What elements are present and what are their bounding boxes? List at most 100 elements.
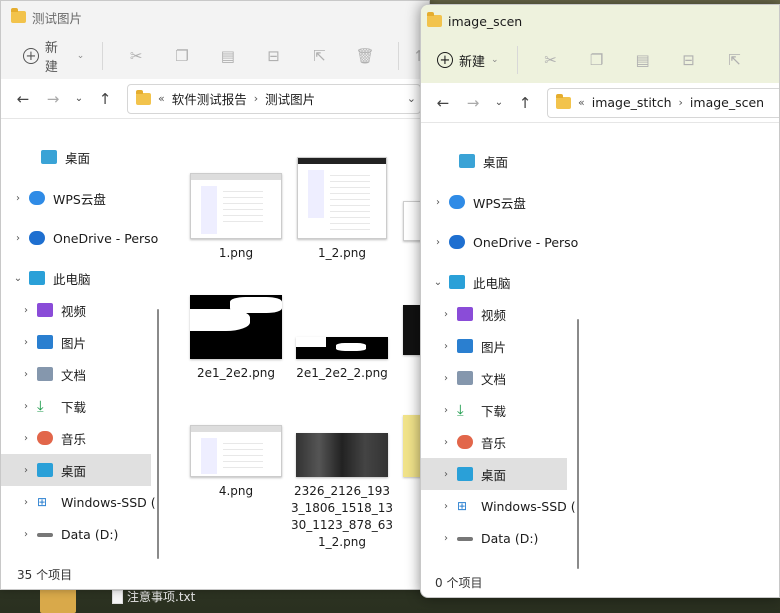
sidebar-item-desktop-pinned[interactable]: 桌面: [1, 141, 159, 173]
chevron-right-icon[interactable]: ›: [427, 237, 449, 248]
chevron-right-icon[interactable]: ›: [15, 465, 37, 476]
sidebar-item-downloads[interactable]: › ⤓ 下载: [421, 394, 581, 426]
desktop-file-item[interactable]: 注意事项.txt: [112, 588, 195, 605]
sidebar-item-label: 文档: [481, 371, 507, 387]
sidebar-item-videos[interactable]: › 视频: [421, 298, 581, 330]
chevron-right-icon[interactable]: ›: [435, 437, 457, 448]
chevron-right-icon[interactable]: ›: [15, 401, 37, 412]
paste-button[interactable]: ▤: [620, 44, 666, 76]
back-button[interactable]: ←: [429, 89, 457, 117]
breadcrumb-item[interactable]: image_scen: [690, 95, 764, 110]
chevron-right-icon[interactable]: ›: [254, 92, 258, 105]
explorer-window-test-images[interactable]: 测试图片 + 新建 ⌄ ✂ ❐ ▤ ⊟ ⇱ 🗑 ↑ ← → ⌄ ↑ « 软件测试…: [0, 0, 430, 590]
copy-button[interactable]: ❐: [574, 44, 620, 76]
chevron-down-icon[interactable]: ⌄: [427, 277, 449, 288]
chevron-right-icon[interactable]: ›: [679, 96, 683, 109]
recent-locations-button[interactable]: ⌄: [69, 85, 89, 113]
chevron-right-icon[interactable]: ›: [7, 193, 29, 204]
file-item[interactable]: 2326_2126_1933_1806_1518_1330_1123_878_6…: [287, 423, 397, 551]
rename-button[interactable]: ⊟: [251, 40, 297, 72]
navigation-scrollbar[interactable]: [577, 319, 579, 569]
breadcrumb-item[interactable]: 软件测试报告: [172, 89, 247, 108]
title-bar[interactable]: image_scen: [421, 5, 779, 37]
chevron-right-icon[interactable]: ›: [435, 501, 457, 512]
chevron-right-icon[interactable]: ›: [435, 341, 457, 352]
back-button[interactable]: ←: [9, 85, 37, 113]
chevron-right-icon[interactable]: ›: [15, 497, 37, 508]
chevron-right-icon[interactable]: ›: [435, 405, 457, 416]
file-item[interactable]: 2e1_2e2.png: [181, 295, 291, 382]
up-button[interactable]: ↑: [91, 85, 119, 113]
chevron-right-icon[interactable]: ›: [7, 233, 29, 244]
chevron-down-icon[interactable]: ⌄: [7, 273, 29, 284]
file-item[interactable]: 2e1_2e2_2.png: [287, 295, 397, 382]
sidebar-item-documents[interactable]: › 文档: [1, 358, 159, 390]
sidebar-item-pictures[interactable]: › 图片: [421, 330, 581, 362]
rename-icon: ⊟: [682, 51, 695, 69]
up-button[interactable]: ↑: [511, 89, 539, 117]
share-button[interactable]: ⇱: [296, 40, 342, 72]
rename-button[interactable]: ⊟: [666, 44, 712, 76]
chevron-right-icon[interactable]: ›: [15, 433, 37, 444]
explorer-window-image-scen[interactable]: image_scen + 新建 ⌄ ✂ ❐ ▤ ⊟ ⇱ ← → ⌄ ↑ « im…: [420, 4, 780, 598]
breadcrumb-item[interactable]: image_stitch: [592, 95, 672, 110]
sidebar-item-windows-ssd[interactable]: › ⊞ Windows-SSD (: [1, 486, 159, 518]
sidebar-item-onedrive[interactable]: › OneDrive - Perso: [1, 222, 159, 254]
download-icon: ⤓: [37, 397, 44, 415]
sidebar-item-label: 音乐: [61, 431, 87, 447]
chevron-right-icon[interactable]: ›: [15, 369, 37, 380]
file-name: 2326_2126_1933_1806_1518_1330_1123_878_6…: [291, 484, 393, 549]
address-bar[interactable]: « 软件测试报告 › 测试图片 ⌄: [127, 83, 421, 114]
desktop-folder-icon[interactable]: [40, 588, 76, 613]
breadcrumb-item[interactable]: 测试图片: [265, 89, 315, 108]
title-bar[interactable]: 测试图片: [1, 1, 429, 33]
sidebar-item-data-d[interactable]: › Data (D:): [1, 518, 159, 550]
new-button[interactable]: + 新建 ⌄: [429, 45, 507, 76]
sidebar-item-wps-cloud[interactable]: › WPS云盘: [421, 186, 581, 218]
sidebar-item-this-pc[interactable]: ⌄ 此电脑: [1, 262, 159, 294]
address-bar[interactable]: « image_stitch › image_scen: [547, 87, 779, 118]
sidebar-item-wps-cloud[interactable]: › WPS云盘: [1, 182, 159, 214]
file-item[interactable]: 4.png: [181, 425, 291, 500]
sidebar-item-this-pc[interactable]: ⌄ 此电脑: [421, 266, 581, 298]
forward-button[interactable]: →: [39, 85, 67, 113]
paste-button[interactable]: ▤: [205, 40, 251, 72]
sidebar-item-windows-ssd[interactable]: › ⊞ Windows-SSD (: [421, 490, 581, 522]
sidebar-item-videos[interactable]: › 视频: [1, 294, 159, 326]
sidebar-item-desktop[interactable]: › 桌面: [1, 454, 151, 486]
sidebar-item-data-d[interactable]: › Data (D:): [421, 522, 581, 554]
file-item[interactable]: 1.png: [181, 173, 291, 262]
sidebar-item-documents[interactable]: › 文档: [421, 362, 581, 394]
forward-button[interactable]: →: [459, 89, 487, 117]
chevron-right-icon[interactable]: ›: [15, 529, 37, 540]
overflow-crumb[interactable]: «: [158, 92, 165, 105]
cut-button[interactable]: ✂: [528, 44, 574, 76]
chevron-right-icon[interactable]: ›: [15, 337, 37, 348]
sidebar-item-pictures[interactable]: › 图片: [1, 326, 159, 358]
sidebar-item-downloads[interactable]: › ⤓ 下载: [1, 390, 159, 422]
chevron-down-icon[interactable]: ⌄: [407, 92, 416, 105]
status-bar-count: 35 个项目: [17, 568, 73, 582]
sidebar-item-desktop-pinned[interactable]: 桌面: [421, 145, 581, 177]
sidebar-item-music[interactable]: › 音乐: [1, 422, 159, 454]
share-button[interactable]: ⇱: [712, 44, 758, 76]
delete-button[interactable]: 🗑: [342, 40, 388, 72]
chevron-right-icon[interactable]: ›: [435, 533, 457, 544]
chevron-right-icon[interactable]: ›: [435, 309, 457, 320]
sidebar-item-label: Data (D:): [481, 530, 539, 546]
chevron-right-icon[interactable]: ›: [15, 305, 37, 316]
sidebar-item-onedrive[interactable]: › OneDrive - Perso: [421, 226, 581, 258]
sidebar-item-music[interactable]: › 音乐: [421, 426, 581, 458]
sidebar-item-desktop[interactable]: › 桌面: [421, 458, 567, 490]
chevron-right-icon[interactable]: ›: [435, 469, 457, 480]
chevron-right-icon[interactable]: ›: [427, 197, 449, 208]
toolbar-divider: [102, 42, 104, 70]
new-button[interactable]: + 新建 ⌄: [15, 31, 92, 81]
cut-button[interactable]: ✂: [113, 40, 159, 72]
file-item[interactable]: 1_2.png: [287, 157, 397, 262]
overflow-crumb[interactable]: «: [578, 96, 585, 109]
recent-locations-button[interactable]: ⌄: [489, 89, 509, 117]
copy-button[interactable]: ❐: [159, 40, 205, 72]
chevron-right-icon[interactable]: ›: [435, 373, 457, 384]
file-list-empty[interactable]: [581, 123, 779, 597]
